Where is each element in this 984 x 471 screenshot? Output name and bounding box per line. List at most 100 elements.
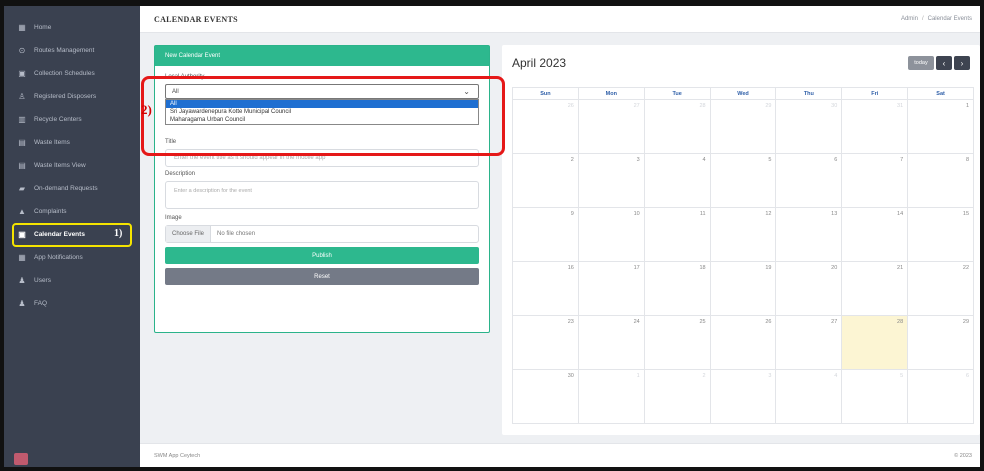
- calendar-day-cell[interactable]: 14: [842, 208, 909, 262]
- calendar-day-cell[interactable]: 26: [513, 100, 579, 154]
- calendar-day-cell[interactable]: 18: [644, 262, 711, 316]
- sidebar-item-label: App Notifications: [34, 254, 83, 261]
- highlight-box-2: [141, 76, 505, 156]
- reset-button[interactable]: Reset: [165, 268, 479, 285]
- users-icon: ♟: [18, 276, 26, 285]
- calendar-day-cell[interactable]: 1: [578, 370, 645, 424]
- calendar-day-cell[interactable]: 6: [776, 154, 843, 208]
- calendar-grid: Sun Mon Tue Wed Thu Fri Sat 26 27 28 29 30 31 1 2 3 4 5 6 7…: [512, 87, 975, 424]
- calendar-day-cell[interactable]: 2: [513, 154, 579, 208]
- calendar-day-cell[interactable]: 4: [776, 370, 843, 424]
- list-icon: ▤: [18, 161, 26, 170]
- calendar-day-cell[interactable]: 15: [908, 208, 975, 262]
- sidebar-item-label: Waste Items View: [34, 162, 86, 169]
- calendar-day-cell[interactable]: 5: [710, 154, 777, 208]
- alert-icon: ▲: [18, 207, 26, 216]
- calendar-day-cell[interactable]: 3: [710, 370, 777, 424]
- page-title: CALENDAR EVENTS: [154, 14, 238, 24]
- calendar: April 2023 today ‹ › Sun Mon Tue Wed Thu Fri S…: [502, 45, 980, 435]
- calendar-day-cell[interactable]: 12: [710, 208, 777, 262]
- calendar-day-cell[interactable]: 13: [776, 208, 843, 262]
- calendar-day-cell[interactable]: 27: [578, 100, 645, 154]
- calendar-day-cell[interactable]: 17: [578, 262, 645, 316]
- footer-left: SWM App Ceytech: [154, 452, 201, 459]
- sidebar-item-on-demand[interactable]: ▰ On-demand Requests: [4, 177, 140, 200]
- breadcrumb-current: Calendar Events: [927, 16, 972, 22]
- sidebar-item-waste-items-view[interactable]: ▤ Waste Items View: [4, 154, 140, 177]
- calendar-day-cell[interactable]: 21: [842, 262, 909, 316]
- sidebar-item-disposers[interactable]: ♙ Registered Disposers: [4, 85, 140, 108]
- sidebar-item-label: Waste Items: [34, 139, 70, 146]
- calendar-day-cell[interactable]: 19: [710, 262, 777, 316]
- calendar-day-cell[interactable]: 1: [908, 100, 975, 154]
- footer: SWM App Ceytech © 2023: [140, 443, 980, 467]
- image-file-input[interactable]: Choose File No file chosen: [165, 225, 479, 243]
- calendar-day-cell[interactable]: 3: [578, 154, 645, 208]
- footer-copyright: © 2023: [954, 452, 972, 459]
- calendar-day-cell[interactable]: 27: [776, 316, 843, 370]
- calendar-day-cell[interactable]: 30: [776, 100, 843, 154]
- calendar-day-cell[interactable]: 5: [842, 370, 909, 424]
- choose-file-button[interactable]: Choose File: [166, 226, 212, 242]
- calendar-day-cell[interactable]: 23: [513, 316, 579, 370]
- sidebar-item-routes[interactable]: ⊙ Routes Management: [4, 39, 140, 62]
- breadcrumb: Admin / Calendar Events: [900, 16, 972, 22]
- calendar-day-cell[interactable]: 25: [644, 316, 711, 370]
- calendar-day-cell[interactable]: 11: [644, 208, 711, 262]
- sidebar-item-home[interactable]: ▦ Home: [4, 16, 140, 39]
- weekday-header: Sat: [908, 88, 975, 100]
- calendar-day-cell[interactable]: 28: [842, 316, 909, 370]
- description-input[interactable]: Enter a description for the event: [165, 181, 479, 209]
- calendar-day-cell[interactable]: 28: [644, 100, 711, 154]
- today-button[interactable]: today: [908, 56, 934, 70]
- calendar-day-cell[interactable]: 9: [513, 208, 579, 262]
- calendar-day-cell[interactable]: 30: [513, 370, 579, 424]
- question-icon: ♟: [18, 299, 26, 308]
- next-month-button[interactable]: ›: [954, 56, 970, 70]
- weekday-header: Wed: [710, 88, 777, 100]
- calendar-day-cell[interactable]: 7: [842, 154, 909, 208]
- calendar-day-cell[interactable]: 31: [842, 100, 909, 154]
- sidebar-item-label: Home: [34, 24, 52, 31]
- bell-icon: ▦: [18, 253, 26, 262]
- calendar-day-cell[interactable]: 10: [578, 208, 645, 262]
- sidebar-item-schedules[interactable]: ▣ Collection Schedules: [4, 62, 140, 85]
- calendar-day-cell[interactable]: 2: [644, 370, 711, 424]
- calendar-day-cell[interactable]: 29: [908, 316, 975, 370]
- calendar-day-cell[interactable]: 24: [578, 316, 645, 370]
- calendar-day-cell[interactable]: 4: [644, 154, 711, 208]
- sidebar-item-recycle-centers[interactable]: ▥ Recycle Centers: [4, 108, 140, 131]
- truck-icon: ▰: [18, 184, 26, 193]
- annotation-1: 1): [114, 228, 123, 239]
- calendar-day-cell[interactable]: 20: [776, 262, 843, 316]
- sidebar-item-label: Recycle Centers: [34, 116, 82, 123]
- user-icon: ♙: [18, 92, 26, 101]
- calendar-day-cell[interactable]: 8: [908, 154, 975, 208]
- trash-icon: ▤: [18, 138, 26, 147]
- sidebar-item-label: Routes Management: [34, 47, 95, 54]
- sidebar-item-faq[interactable]: ♟ FAQ: [4, 292, 140, 315]
- annotation-2: 2): [141, 102, 152, 117]
- weekday-header: Thu: [776, 88, 843, 100]
- breadcrumb-admin[interactable]: Admin: [901, 16, 918, 22]
- form-header: New Calendar Event: [155, 46, 489, 66]
- calendar-day-cell[interactable]: 29: [710, 100, 777, 154]
- topbar: CALENDAR EVENTS Admin / Calendar Events: [140, 6, 980, 33]
- publish-button[interactable]: Publish: [165, 247, 479, 264]
- calendar-day-cell[interactable]: 16: [513, 262, 579, 316]
- sidebar-item-label: FAQ: [34, 300, 48, 307]
- calendar-title: April 2023: [512, 56, 567, 70]
- sidebar-item-app-notifications[interactable]: ▦ App Notifications: [4, 246, 140, 269]
- prev-month-button[interactable]: ‹: [936, 56, 952, 70]
- sidebar-item-label: Collection Schedules: [34, 70, 95, 77]
- description-label: Description: [165, 171, 196, 177]
- route-icon: ⊙: [18, 46, 26, 55]
- calendar-day-cell[interactable]: 6: [908, 370, 975, 424]
- sidebar-item-complaints[interactable]: ▲ Complaints: [4, 200, 140, 223]
- sidebar-item-users[interactable]: ♟ Users: [4, 269, 140, 292]
- sidebar-item-waste-items[interactable]: ▤ Waste Items: [4, 131, 140, 154]
- sidebar-item-label: On-demand Requests: [34, 185, 98, 192]
- calendar-day-cell[interactable]: 26: [710, 316, 777, 370]
- building-icon: ▥: [18, 115, 26, 124]
- calendar-day-cell[interactable]: 22: [908, 262, 975, 316]
